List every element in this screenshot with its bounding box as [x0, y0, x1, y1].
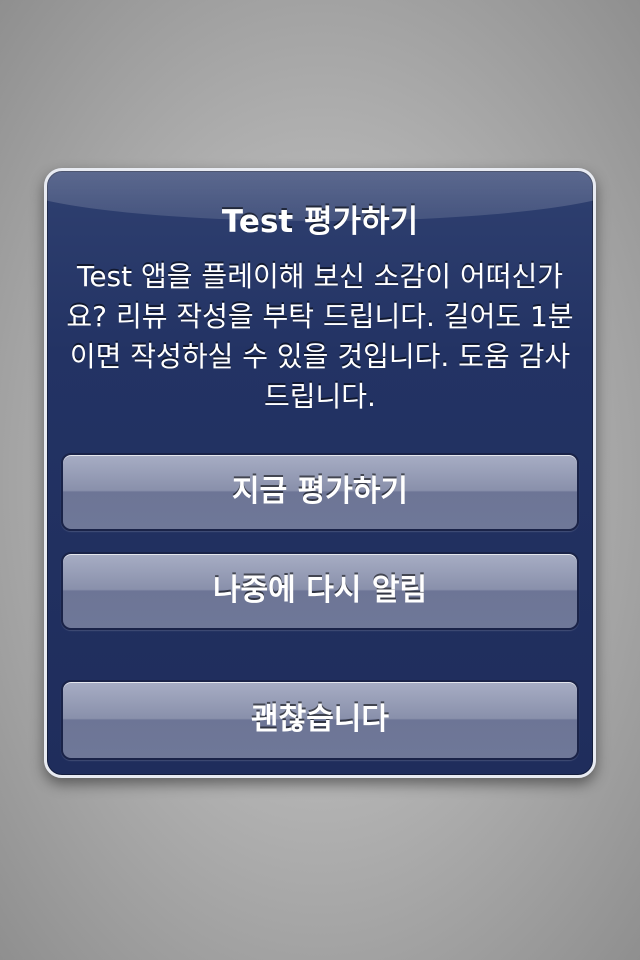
rating-alert-dialog: Test 평가하기 Test 앱을 플레이해 보신 소감이 어떠신가요? 리뷰 … [44, 168, 596, 778]
no-thanks-button[interactable]: 괜찮습니다 [61, 680, 579, 760]
alert-title: Test 평가하기 [221, 204, 419, 240]
remind-later-button[interactable]: 나중에 다시 알림 [61, 552, 579, 630]
alert-message: Test 앱을 플레이해 보신 소감이 어떠신가요? 리뷰 작성을 부탁 드립니… [66, 260, 574, 413]
rate-now-button[interactable]: 지금 평가하기 [61, 453, 579, 531]
